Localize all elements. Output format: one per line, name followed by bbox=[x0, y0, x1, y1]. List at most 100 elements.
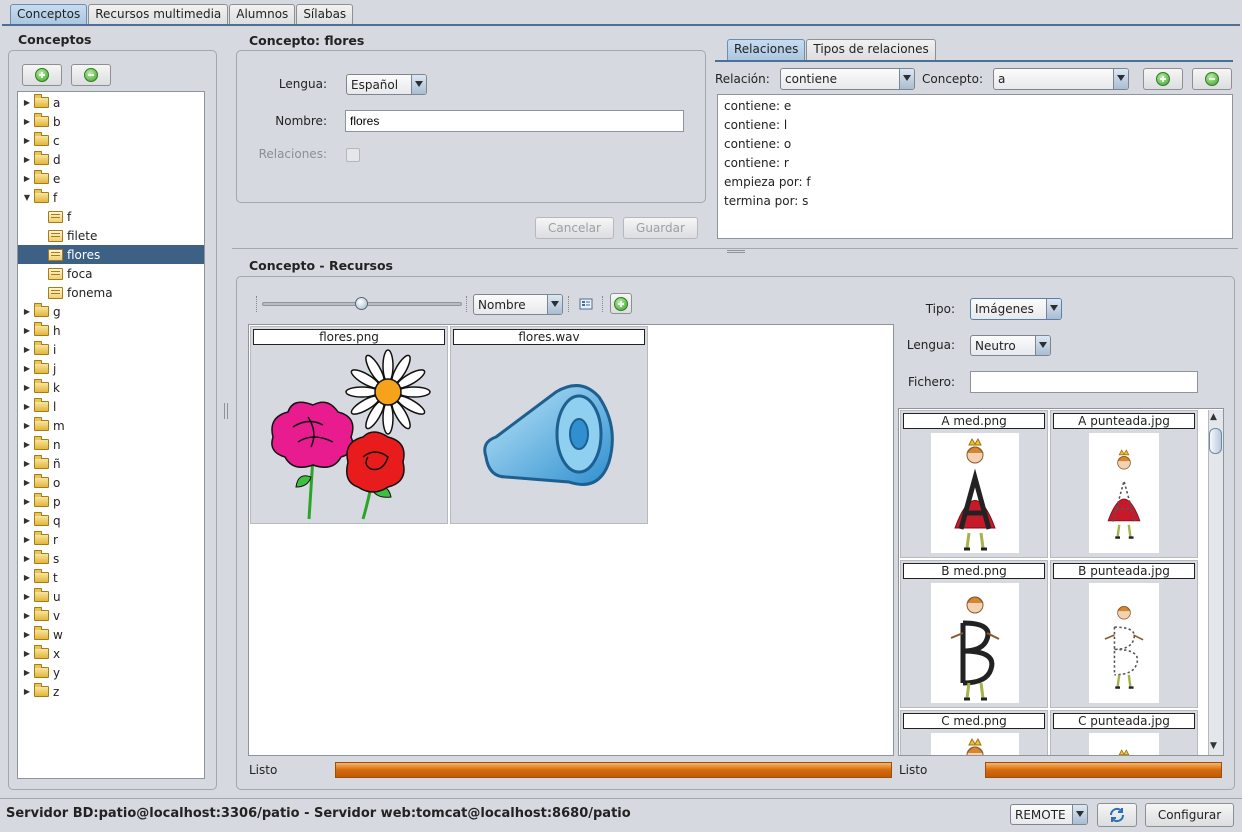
relation-list-item[interactable]: empieza por: f bbox=[724, 175, 811, 189]
collapsed-arrow-icon[interactable]: ▶ bbox=[22, 421, 32, 430]
relaciones-checkbox[interactable] bbox=[346, 148, 360, 162]
image-browser-scrollbar[interactable] bbox=[1208, 410, 1223, 755]
tree-item[interactable]: ▶ t bbox=[18, 568, 204, 587]
tree-item[interactable]: ▶ j bbox=[18, 359, 204, 378]
collapsed-arrow-icon[interactable]: ▶ bbox=[22, 345, 32, 354]
tree-item[interactable]: ▶ b bbox=[18, 112, 204, 131]
image-thumbnail[interactable]: B punteada.jpg bbox=[1050, 560, 1198, 708]
scroll-down-icon[interactable]: ▼ bbox=[1210, 741, 1217, 751]
collapsed-arrow-icon[interactable]: ▶ bbox=[22, 307, 32, 316]
tab-tipos-de-relaciones[interactable]: Tipos de relaciones bbox=[806, 39, 936, 61]
mode-select[interactable]: REMOTE bbox=[1010, 804, 1088, 825]
lengua-select[interactable]: Español bbox=[346, 74, 427, 95]
collapsed-arrow-icon[interactable]: ▶ bbox=[22, 497, 32, 506]
tree-item[interactable]: ▶ q bbox=[18, 511, 204, 530]
collapsed-arrow-icon[interactable]: ▶ bbox=[22, 630, 32, 639]
tab-conceptos[interactable]: Conceptos bbox=[10, 4, 88, 25]
horizontal-splitter-handle[interactable] bbox=[727, 250, 745, 253]
tree-item[interactable]: ▶ v bbox=[18, 606, 204, 625]
fichero-input[interactable] bbox=[970, 371, 1198, 393]
tree-item[interactable]: ▶ o bbox=[18, 473, 204, 492]
zoom-slider-thumb[interactable] bbox=[355, 297, 368, 310]
relacion-select[interactable]: contiene bbox=[780, 68, 915, 90]
image-thumbnail[interactable]: A punteada.jpg bbox=[1050, 410, 1198, 558]
resource-card-image[interactable]: flores.png bbox=[250, 326, 448, 524]
vertical-splitter-handle[interactable] bbox=[224, 403, 228, 419]
image-thumbnail[interactable]: C punteada.jpg bbox=[1050, 710, 1198, 755]
collapsed-arrow-icon[interactable]: ▶ bbox=[22, 326, 32, 335]
tree-item[interactable]: ▶ d bbox=[18, 150, 204, 169]
relation-list-item[interactable]: contiene: r bbox=[724, 156, 789, 170]
tree-item[interactable]: ▶ l bbox=[18, 397, 204, 416]
collapsed-arrow-icon[interactable]: ▶ bbox=[22, 136, 32, 145]
tab-alumnos[interactable]: Alumnos bbox=[229, 4, 296, 25]
collapsed-arrow-icon[interactable]: ▶ bbox=[22, 117, 32, 126]
view-details-icon[interactable] bbox=[578, 296, 594, 312]
tree-item[interactable]: ▶ u bbox=[18, 587, 204, 606]
collapsed-arrow-icon[interactable]: ▶ bbox=[22, 155, 32, 164]
tree-item[interactable]: ▶ p bbox=[18, 492, 204, 511]
relations-list[interactable]: contiene: e contiene: l contiene: o contien… bbox=[717, 94, 1233, 239]
tree-item[interactable]: ▼ f bbox=[18, 188, 204, 207]
tree-item[interactable]: f bbox=[18, 207, 204, 226]
concepto-select[interactable]: a bbox=[993, 68, 1129, 90]
add-concept-button[interactable] bbox=[22, 64, 62, 86]
resource-card-audio[interactable]: flores.wav bbox=[450, 326, 648, 524]
tree-item[interactable]: ▶ c bbox=[18, 131, 204, 150]
cancel-button[interactable]: Cancelar bbox=[535, 217, 614, 239]
tree-item[interactable]: ▶ w bbox=[18, 625, 204, 644]
tree-item[interactable]: ▶ i bbox=[18, 340, 204, 359]
tree-item[interactable]: ▶ s bbox=[18, 549, 204, 568]
collapsed-arrow-icon[interactable]: ▶ bbox=[22, 611, 32, 620]
add-resource-button[interactable] bbox=[610, 293, 632, 314]
collapsed-arrow-icon[interactable]: ▶ bbox=[22, 98, 32, 107]
tree-item[interactable]: ▶ m bbox=[18, 416, 204, 435]
relation-list-item[interactable]: termina por: s bbox=[724, 194, 808, 208]
save-button[interactable]: Guardar bbox=[623, 217, 698, 239]
tab-recursos-multimedia[interactable]: Recursos multimedia bbox=[88, 4, 229, 25]
refresh-button[interactable] bbox=[1097, 803, 1137, 827]
relation-list-item[interactable]: contiene: l bbox=[724, 118, 787, 132]
collapsed-arrow-icon[interactable]: ▶ bbox=[22, 573, 32, 582]
image-thumbnail[interactable]: C med.png bbox=[900, 710, 1048, 755]
collapsed-arrow-icon[interactable]: ▶ bbox=[22, 516, 32, 525]
image-thumbnail[interactable]: B med.png bbox=[900, 560, 1048, 708]
tab-relaciones[interactable]: Relaciones bbox=[727, 39, 806, 61]
tree-item[interactable]: ▶ a bbox=[18, 93, 204, 112]
tree-item[interactable]: filete bbox=[18, 226, 204, 245]
tree-item[interactable]: ▶ g bbox=[18, 302, 204, 321]
tipo-select[interactable]: Imágenes bbox=[970, 298, 1062, 320]
collapsed-arrow-icon[interactable]: ▶ bbox=[22, 459, 32, 468]
scrollbar-thumb[interactable] bbox=[1209, 428, 1222, 454]
tree-item[interactable]: ▶ e bbox=[18, 169, 204, 188]
add-relation-button[interactable] bbox=[1143, 68, 1183, 90]
collapsed-arrow-icon[interactable]: ▶ bbox=[22, 440, 32, 449]
collapsed-arrow-icon[interactable]: ▶ bbox=[22, 174, 32, 183]
tree-item[interactable]: ▶ ñ bbox=[18, 454, 204, 473]
relation-list-item[interactable]: contiene: o bbox=[724, 137, 791, 151]
tree-item[interactable]: ▶ y bbox=[18, 663, 204, 682]
collapsed-arrow-icon[interactable]: ▶ bbox=[22, 554, 32, 563]
remove-relation-button[interactable] bbox=[1192, 68, 1232, 90]
tree-item[interactable]: ▶ z bbox=[18, 682, 204, 701]
nombre-input[interactable] bbox=[345, 110, 684, 132]
image-thumbnail[interactable]: A med.png bbox=[900, 410, 1048, 558]
tree-item[interactable]: ▶ k bbox=[18, 378, 204, 397]
collapsed-arrow-icon[interactable]: ▶ bbox=[22, 668, 32, 677]
scroll-up-icon[interactable]: ▲ bbox=[1210, 412, 1217, 422]
tree-item[interactable]: fonema bbox=[18, 283, 204, 302]
expanded-arrow-icon[interactable]: ▼ bbox=[22, 193, 32, 202]
tree-item[interactable]: ▶ r bbox=[18, 530, 204, 549]
collapsed-arrow-icon[interactable]: ▶ bbox=[22, 592, 32, 601]
tree-item[interactable]: ▶ h bbox=[18, 321, 204, 340]
collapsed-arrow-icon[interactable]: ▶ bbox=[22, 478, 32, 487]
collapsed-arrow-icon[interactable]: ▶ bbox=[22, 402, 32, 411]
tab-silabas[interactable]: Sílabas bbox=[296, 4, 354, 25]
configure-button[interactable]: Configurar bbox=[1145, 803, 1234, 827]
concept-tree[interactable]: ▶ a ▶ b ▶ c ▶ d ▶ e ▼ f f filete flores foca fonema ▶ g ▶ h ▶… bbox=[17, 91, 205, 779]
tree-item[interactable]: foca bbox=[18, 264, 204, 283]
sort-select[interactable]: Nombre bbox=[473, 294, 563, 315]
collapsed-arrow-icon[interactable]: ▶ bbox=[22, 535, 32, 544]
tree-item[interactable]: ▶ x bbox=[18, 644, 204, 663]
collapsed-arrow-icon[interactable]: ▶ bbox=[22, 364, 32, 373]
